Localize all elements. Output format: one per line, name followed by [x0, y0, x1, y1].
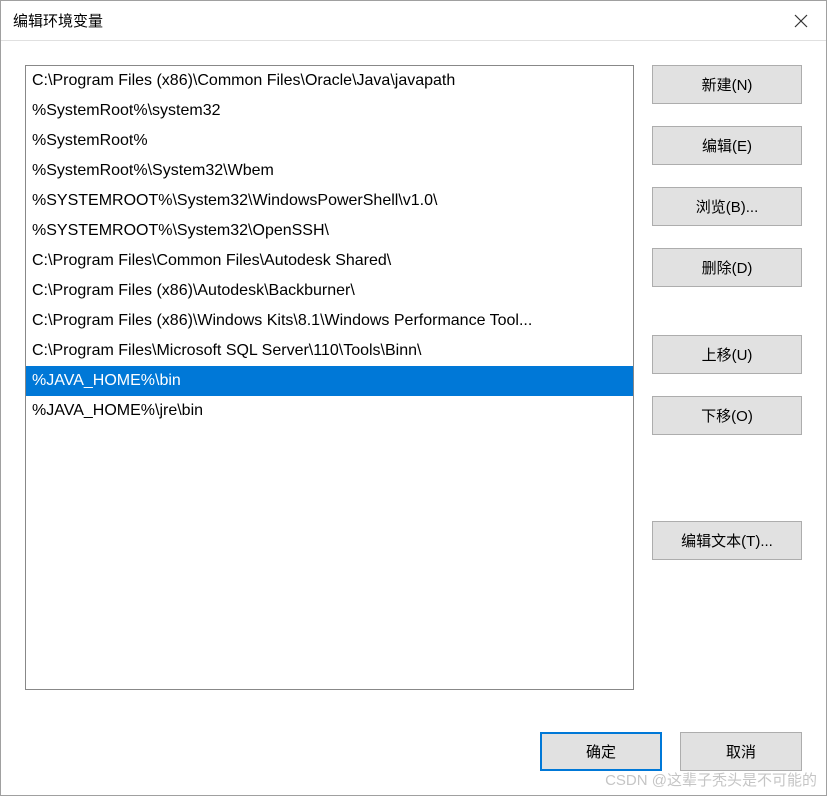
- list-item[interactable]: C:\Program Files\Common Files\Autodesk S…: [26, 246, 633, 276]
- new-button[interactable]: 新建(N): [652, 65, 802, 104]
- delete-button[interactable]: 删除(D): [652, 248, 802, 287]
- window-title: 编辑环境变量: [13, 10, 103, 31]
- titlebar: 编辑环境变量: [1, 1, 826, 41]
- cancel-button[interactable]: 取消: [680, 732, 802, 771]
- spacer: [652, 309, 802, 313]
- spacer: [652, 457, 802, 499]
- list-item[interactable]: %SystemRoot%\system32: [26, 96, 633, 126]
- list-item[interactable]: %JAVA_HOME%\bin: [26, 366, 633, 396]
- list-item[interactable]: C:\Program Files (x86)\Autodesk\Backburn…: [26, 276, 633, 306]
- close-icon: [794, 14, 808, 28]
- content-area: C:\Program Files (x86)\Common Files\Orac…: [1, 41, 826, 732]
- list-item[interactable]: C:\Program Files (x86)\Windows Kits\8.1\…: [26, 306, 633, 336]
- list-item[interactable]: %SystemRoot%: [26, 126, 633, 156]
- list-item[interactable]: %SystemRoot%\System32\Wbem: [26, 156, 633, 186]
- ok-button[interactable]: 确定: [540, 732, 662, 771]
- list-item[interactable]: C:\Program Files\Microsoft SQL Server\11…: [26, 336, 633, 366]
- button-column: 新建(N) 编辑(E) 浏览(B)... 删除(D) 上移(U) 下移(O) 编…: [652, 65, 802, 708]
- close-button[interactable]: [776, 1, 826, 41]
- path-list[interactable]: C:\Program Files (x86)\Common Files\Orac…: [25, 65, 634, 690]
- moveup-button[interactable]: 上移(U): [652, 335, 802, 374]
- dialog-window: 编辑环境变量 C:\Program Files (x86)\Common Fil…: [0, 0, 827, 796]
- edit-button[interactable]: 编辑(E): [652, 126, 802, 165]
- movedown-button[interactable]: 下移(O): [652, 396, 802, 435]
- browse-button[interactable]: 浏览(B)...: [652, 187, 802, 226]
- edittext-button[interactable]: 编辑文本(T)...: [652, 521, 802, 560]
- list-item[interactable]: %SYSTEMROOT%\System32\WindowsPowerShell\…: [26, 186, 633, 216]
- list-item[interactable]: C:\Program Files (x86)\Common Files\Orac…: [26, 66, 633, 96]
- list-item[interactable]: %SYSTEMROOT%\System32\OpenSSH\: [26, 216, 633, 246]
- list-item[interactable]: %JAVA_HOME%\jre\bin: [26, 396, 633, 426]
- footer: 确定 取消: [1, 732, 826, 795]
